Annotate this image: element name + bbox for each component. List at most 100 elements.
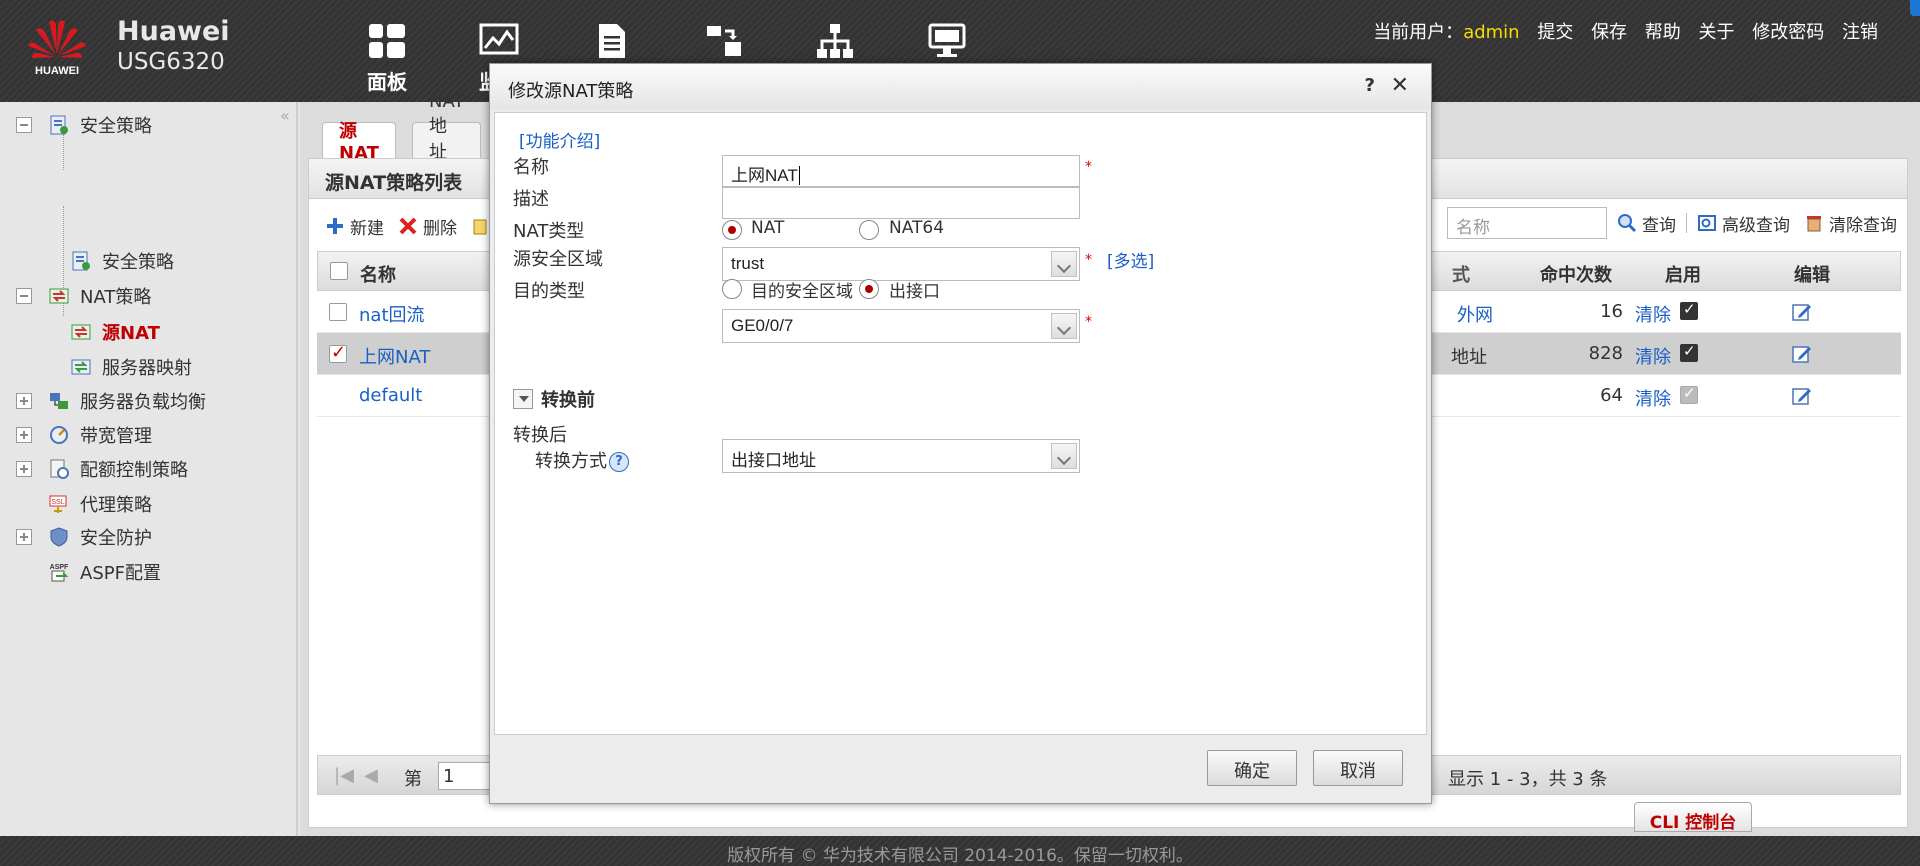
object-icon	[707, 26, 741, 56]
delete-button[interactable]: 删除	[398, 214, 457, 239]
egress-interface-select[interactable]: GE0/0/7	[722, 309, 1080, 343]
expand-icon[interactable]	[16, 393, 32, 409]
help-icon[interactable]: ?	[1365, 75, 1375, 96]
sidebar-item-load-balance[interactable]: 服务器负载均衡	[16, 387, 206, 415]
row-checkbox[interactable]	[329, 303, 347, 321]
sidebar-item-security-protection[interactable]: 安全防护	[16, 523, 152, 551]
nav-dashboard[interactable]: 面板	[352, 22, 422, 95]
sidebar-item-aspf[interactable]: ASPF ASPF配置	[48, 558, 161, 586]
scroll-indicator	[1910, 0, 1920, 16]
prev-page-icon[interactable]: ◀	[364, 765, 378, 786]
enable-checkbox[interactable]	[1680, 300, 1698, 320]
first-page-icon[interactable]: |◀	[334, 765, 354, 786]
dialog-header: 修改源NAT策略 ? ✕	[490, 64, 1431, 110]
before-translation-section[interactable]: 转换前	[541, 386, 595, 412]
sidebar-item-quota-control[interactable]: 配额控制策略	[16, 455, 188, 483]
hit-count: 16	[1600, 301, 1623, 322]
nat-type-label: NAT类型	[513, 221, 585, 242]
advanced-query-button[interactable]: 高级查询	[1697, 211, 1790, 236]
bandwidth-icon	[50, 426, 68, 444]
plus-icon	[327, 218, 343, 234]
row-action-text: 地址	[1451, 347, 1487, 368]
brand-name: Huawei	[117, 16, 230, 47]
server-mapping-icon	[71, 359, 91, 375]
edit-icon[interactable]	[1791, 344, 1813, 364]
edit-icon[interactable]	[1791, 386, 1813, 406]
sidebar-item-label: 安全防护	[80, 528, 152, 549]
sidebar-item-proxy-policy[interactable]: SSL 代理策略	[48, 490, 152, 518]
edit-icon[interactable]	[1791, 302, 1813, 322]
policy-name-link[interactable]: 上网NAT	[359, 343, 430, 369]
svg-text:ASPF: ASPF	[50, 564, 69, 571]
source-nat-icon	[71, 324, 91, 340]
change-password-link[interactable]: 修改密码	[1752, 22, 1824, 43]
sidebar-item-server-mapping[interactable]: 服务器映射	[70, 353, 192, 381]
sidebar-item-security-policy-sub[interactable]: 安全策略	[70, 247, 174, 275]
description-label: 描述	[513, 189, 549, 210]
chevron-down-icon[interactable]	[1051, 313, 1077, 339]
sidebar-item-security-policy[interactable]: 安全策略	[16, 111, 152, 139]
nat-type-nat-radio[interactable]	[722, 220, 742, 240]
collapse-toggle-icon[interactable]	[513, 389, 533, 409]
expand-icon[interactable]	[16, 461, 32, 477]
collapse-icon[interactable]	[16, 288, 32, 304]
save-link[interactable]: 保存	[1591, 22, 1627, 43]
feature-intro-link[interactable]: [功能介绍]	[519, 127, 600, 152]
quota-icon	[50, 459, 69, 479]
about-link[interactable]: 关于	[1699, 22, 1735, 43]
sidebar-item-source-nat[interactable]: 源NAT	[70, 318, 160, 346]
query-button[interactable]: 查询	[1617, 211, 1676, 236]
multi-select-link[interactable]: [多选]	[1107, 247, 1154, 272]
policy-name-link[interactable]: default	[359, 385, 422, 406]
search-input[interactable]: 名称	[1447, 207, 1607, 239]
expand-icon[interactable]	[16, 529, 32, 545]
tab-source-nat[interactable]: 源NAT	[322, 121, 396, 164]
sidebar-item-nat-policy[interactable]: NAT策略	[16, 282, 151, 310]
column-enabled: 启用	[1665, 265, 1701, 286]
chevron-down-icon[interactable]	[1051, 443, 1077, 469]
dest-zone-label: 目的安全区域	[751, 282, 853, 302]
cli-console-button[interactable]: CLI 控制台	[1634, 802, 1752, 833]
translation-method-select[interactable]: 出接口地址	[722, 439, 1080, 473]
new-button[interactable]: 新建	[325, 214, 384, 239]
submit-link[interactable]: 提交	[1537, 22, 1573, 43]
logout-link[interactable]: 注销	[1842, 22, 1878, 43]
page-number-input[interactable]: 1	[438, 762, 494, 790]
dialog-title: 修改源NAT策略	[508, 81, 634, 102]
description-input[interactable]	[722, 187, 1080, 219]
row-checkbox[interactable]	[329, 342, 347, 363]
nat-type-nat64-radio[interactable]	[859, 220, 879, 240]
ssl-proxy-icon: SSL	[49, 495, 67, 513]
sidebar-item-bandwidth[interactable]: 带宽管理	[16, 421, 152, 449]
nat-type-nat-label: NAT	[751, 218, 785, 238]
copyright-footer: 版权所有 © 华为技术有限公司 2014-2016。保留一切权利。	[0, 836, 1920, 866]
egress-interface-radio[interactable]	[859, 279, 879, 299]
search-toolbar: 名称 查询 高级查询 清除查询	[1447, 205, 1897, 241]
policy-name-link[interactable]: nat回流	[359, 301, 425, 327]
egress-interface-label: 出接口	[889, 282, 940, 302]
sidebar: « 安全策略 安全策略 NAT策略 源NAT 服务器映射 服务器负载均衡 带宽管…	[0, 102, 298, 836]
collapse-icon[interactable]	[16, 117, 32, 133]
required-marker: *	[1085, 159, 1092, 175]
tab-nat-address-pool[interactable]: NAT地址池	[412, 91, 482, 189]
expand-icon[interactable]	[16, 427, 32, 443]
cancel-button[interactable]: 取消	[1313, 750, 1403, 786]
ok-button[interactable]: 确定	[1207, 750, 1297, 786]
clear-hits-link[interactable]: 清除	[1635, 343, 1671, 369]
select-all-checkbox[interactable]	[330, 262, 348, 280]
search-icon	[1618, 214, 1637, 233]
nat-policy-icon	[49, 288, 69, 304]
clear-query-button[interactable]: 清除查询	[1804, 211, 1897, 236]
help-question-icon[interactable]: ?	[609, 452, 629, 472]
sidebar-item-label: 服务器映射	[102, 358, 192, 379]
name-input[interactable]: 上网NAT	[722, 155, 1080, 187]
clear-hits-link[interactable]: 清除	[1635, 301, 1671, 327]
source-zone-select[interactable]: trust	[722, 247, 1080, 281]
close-icon[interactable]: ✕	[1391, 73, 1409, 98]
collapse-sidebar-icon[interactable]: «	[280, 106, 290, 125]
help-link[interactable]: 帮助	[1645, 22, 1681, 43]
chevron-down-icon[interactable]	[1051, 251, 1077, 277]
enable-checkbox[interactable]	[1680, 342, 1698, 362]
dest-zone-radio[interactable]	[722, 279, 742, 299]
clear-hits-link[interactable]: 清除	[1635, 385, 1671, 411]
